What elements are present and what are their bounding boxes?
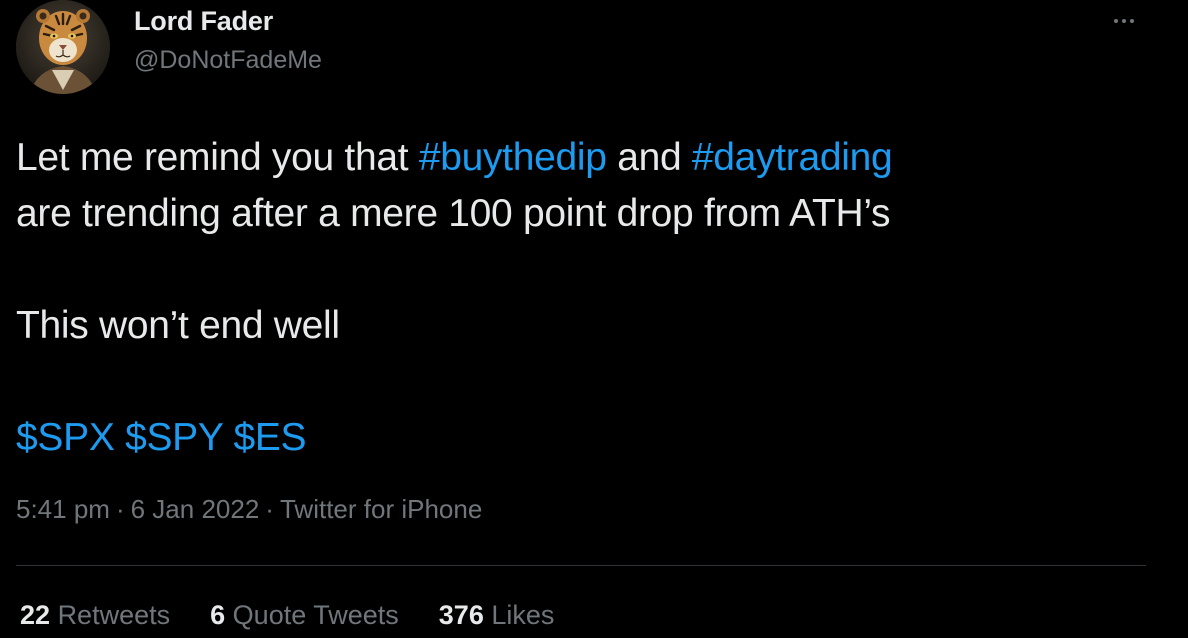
cashtag-es-link[interactable]: $ES <box>233 416 306 459</box>
tweet-time[interactable]: 5:41 pm <box>16 494 110 524</box>
tweet-meta: 5:41 pm · 6 Jan 2022 · Twitter for iPhone <box>16 494 482 525</box>
tweet-stats: 22 Retweets 6 Quote Tweets 376 Likes <box>20 600 554 631</box>
tweet-text-segment: Let me remind you that <box>16 136 419 179</box>
tweet-source[interactable]: Twitter for iPhone <box>280 494 482 524</box>
tweet-line-2: are trending after a mere 100 point drop… <box>16 192 891 235</box>
tweet-text-segment: and <box>606 136 692 179</box>
more-dot-icon <box>1122 19 1126 23</box>
divider <box>16 565 1146 566</box>
meta-separator: · <box>265 494 274 524</box>
avatar[interactable] <box>16 0 110 94</box>
hashtag-daytrading-link[interactable]: #daytrading <box>692 136 893 179</box>
cashtag-spx-link[interactable]: $SPX <box>16 416 115 459</box>
quote-tweets-count: 6 <box>210 600 226 630</box>
retweets-stat[interactable]: 22 Retweets <box>20 600 170 631</box>
quote-tweets-label: Quote Tweets <box>232 600 399 630</box>
quote-tweets-stat[interactable]: 6 Quote Tweets <box>210 600 399 631</box>
likes-stat[interactable]: 376 Likes <box>439 600 555 631</box>
tweet-text: Let me remind you that #buythedip and #d… <box>16 130 1166 466</box>
tweet-line-1: Let me remind you that #buythedip and #d… <box>16 130 1166 186</box>
more-dot-icon <box>1114 19 1118 23</box>
display-name[interactable]: Lord Fader <box>134 6 273 37</box>
cashtag-spy-link[interactable]: $SPY <box>125 416 223 459</box>
retweets-count: 22 <box>20 600 51 630</box>
retweets-label: Retweets <box>57 600 171 630</box>
likes-label: Likes <box>491 600 555 630</box>
meta-separator: · <box>115 494 125 524</box>
tweet-line-cashtags: $SPX $SPY $ES <box>16 410 1166 466</box>
tiger-avatar-icon <box>16 0 110 94</box>
user-handle[interactable]: @DoNotFadeMe <box>134 46 322 75</box>
hashtag-buythedip-link[interactable]: #buythedip <box>419 136 607 179</box>
likes-count: 376 <box>438 600 484 630</box>
tweet-line-3: This won’t end well <box>16 304 340 347</box>
tweet-card: Lord Fader @DoNotFadeMe Let me remind yo… <box>0 0 1188 638</box>
more-dot-icon <box>1130 19 1134 23</box>
tweet-date[interactable]: 6 Jan 2022 <box>131 494 260 524</box>
more-options-button[interactable] <box>1104 6 1144 36</box>
